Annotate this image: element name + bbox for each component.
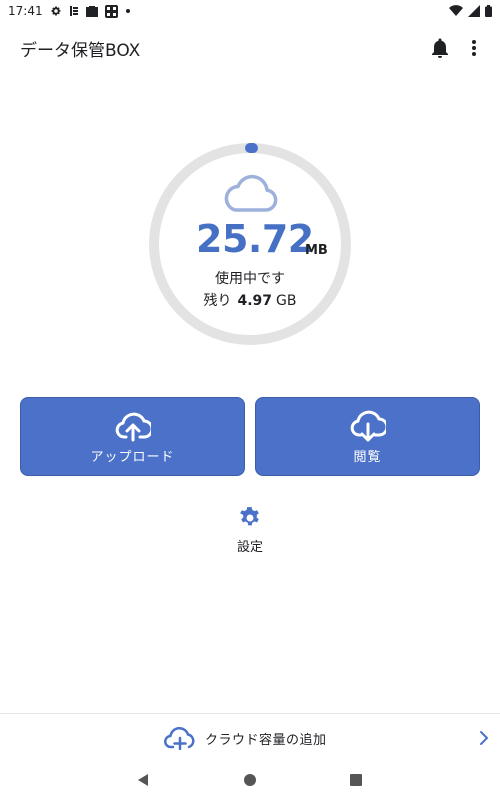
app-title: データ保管BOX	[20, 41, 141, 61]
back-icon[interactable]	[135, 772, 151, 788]
app-bar: データ保管BOX	[0, 30, 500, 66]
bell-icon[interactable]	[428, 36, 452, 60]
mail-icon	[85, 5, 98, 17]
status-time: 17:41	[8, 4, 43, 18]
cloud-download-icon	[350, 410, 388, 442]
status-bar: 17:41	[0, 0, 500, 22]
remaining-text: 残り 4.97 GB	[150, 290, 350, 310]
cloud-upload-icon	[115, 410, 153, 442]
more-vert-icon[interactable]	[466, 36, 482, 60]
cloud-icon	[221, 172, 279, 214]
gear-status-icon	[50, 5, 62, 17]
gear-icon	[237, 505, 263, 531]
notification-icon	[69, 5, 79, 17]
add-capacity-label: クラウド容量の追加	[205, 733, 327, 748]
usage-value: 25.72	[196, 217, 314, 261]
add-cloud-capacity-bar[interactable]: クラウド容量の追加	[0, 713, 500, 761]
wifi-icon	[449, 5, 463, 17]
navigation-bar	[0, 762, 500, 800]
remaining-unit: GB	[276, 293, 297, 309]
settings-button[interactable]: 設定	[220, 505, 280, 555]
battery-icon	[485, 5, 492, 17]
recent-apps-icon[interactable]	[349, 772, 363, 786]
remaining-label: 残り	[203, 293, 232, 309]
upload-button[interactable]: アップロード	[20, 397, 245, 476]
home-icon[interactable]	[242, 772, 258, 788]
cloud-add-icon	[164, 726, 196, 751]
remaining-value: 4.97	[237, 293, 273, 309]
upload-label: アップロード	[90, 450, 175, 465]
settings-label: 設定	[236, 540, 263, 555]
signal-icon	[468, 5, 480, 17]
dot-icon	[125, 8, 131, 14]
chevron-right-icon	[478, 729, 490, 747]
in-use-label: 使用中です	[215, 271, 285, 287]
browse-label: 閲覧	[353, 450, 382, 465]
usage-unit: MB	[305, 243, 328, 258]
browse-button[interactable]: 閲覧	[255, 397, 480, 476]
qr-icon	[104, 4, 118, 18]
